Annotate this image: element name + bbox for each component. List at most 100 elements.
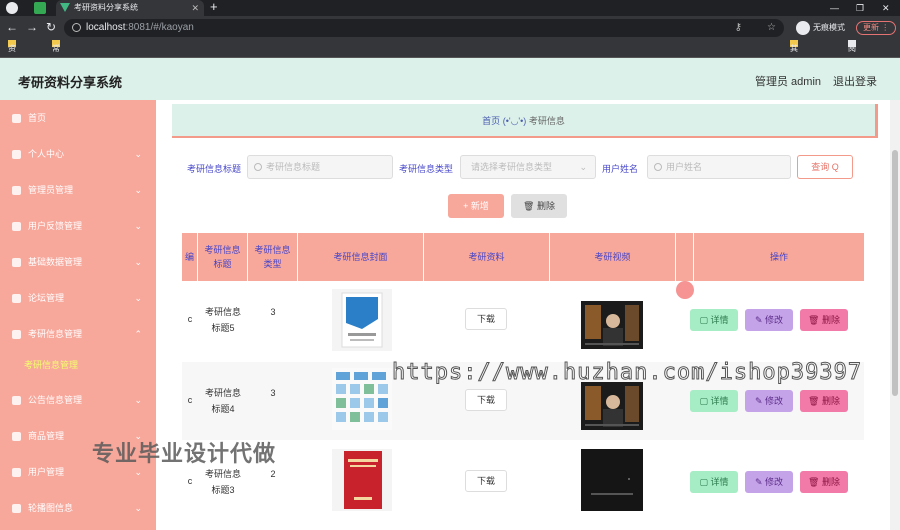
cell-title: 考研信息 标题3: [204, 469, 241, 495]
globe-icon[interactable]: [6, 2, 18, 14]
remove-label: 删除: [821, 396, 840, 406]
user-filter-label: 用户姓名: [602, 164, 639, 174]
title-placeholder: 考研信息标题: [266, 162, 321, 172]
close-tab-icon[interactable]: ✕: [191, 0, 199, 16]
chart-icon: [12, 468, 21, 477]
site-info-icon[interactable]: [72, 23, 81, 32]
sidebar-item[interactable]: 考研信息管理 ⌃: [0, 316, 156, 352]
key-icon[interactable]: ⚷: [735, 19, 742, 37]
cell-index: c: [187, 476, 193, 486]
type-filter-select[interactable]: 请选择考研信息类型 ⌄: [460, 155, 596, 179]
video-thumbnail[interactable]: [581, 382, 643, 430]
cell-title: 考研信息 标题4: [204, 388, 241, 414]
logout-link[interactable]: 退出登录: [833, 73, 877, 89]
detail-button[interactable]: ▢ 详情: [690, 309, 738, 331]
cell-type: 3: [248, 385, 298, 401]
sidebar-item[interactable]: 管理员管理 ⌄: [0, 172, 156, 208]
sidebar-item[interactable]: 论坛管理 ⌄: [0, 280, 156, 316]
chevron-icon: ⌄: [134, 221, 142, 231]
col-title[interactable]: 考研信息 标题: [198, 233, 248, 281]
sidebar-item[interactable]: 个人中心 ⌄: [0, 136, 156, 172]
sidebar-item[interactable]: 公告信息管理 ⌄: [0, 382, 156, 418]
remove-button[interactable]: 🗑 删除: [800, 471, 848, 493]
url-path: :8081/#/kaoyan: [125, 22, 194, 33]
col-type[interactable]: 考研信息 类型: [248, 233, 298, 281]
breadcrumb-home[interactable]: 首页: [482, 116, 500, 126]
bookmark-star-icon[interactable]: ☆: [767, 19, 776, 37]
forward-icon[interactable]: →: [26, 20, 38, 34]
detail-label: 详情: [710, 477, 729, 487]
col-cover[interactable]: 考研信息封面: [298, 233, 424, 281]
back-icon[interactable]: ←: [6, 20, 18, 34]
chevron-icon: ⌃: [134, 329, 142, 339]
edit-button[interactable]: ✎ 修改: [745, 390, 793, 412]
sidebar-item[interactable]: 基础数据管理 ⌄: [0, 244, 156, 280]
incognito-label: 无痕模式: [813, 23, 845, 32]
breadcrumb: 首页 (•'◡'•) 考研信息: [172, 104, 878, 138]
close-window-icon[interactable]: ✕: [882, 0, 890, 16]
detail-button[interactable]: ▢ 详情: [690, 471, 738, 493]
breadcrumb-current: 考研信息: [528, 116, 565, 126]
sidebar-item[interactable]: 用户反馈管理 ⌄: [0, 208, 156, 244]
chevron-icon: ⌄: [134, 149, 142, 159]
address-toolbar: ← → ↻ localhost:8081/#/kaoyan ⚷ ☆ 无痕模式 更…: [0, 16, 900, 40]
tab-active[interactable]: 考研资料分享系统 ✕: [56, 0, 204, 16]
new-tab-icon[interactable]: +: [210, 0, 218, 14]
query-button[interactable]: 查询 Q: [797, 155, 853, 179]
search-icon: [254, 163, 262, 171]
col-video[interactable]: 考研视频: [550, 233, 676, 281]
admin-label: 管理员 admin: [755, 76, 822, 88]
edit-button[interactable]: ✎ 修改: [745, 309, 793, 331]
remove-button[interactable]: 🗑 删除: [800, 390, 848, 412]
cover-image[interactable]: [332, 289, 392, 351]
download-button[interactable]: 下载: [465, 470, 507, 492]
search-icon: [654, 163, 662, 171]
minimize-icon[interactable]: —: [830, 0, 839, 16]
clock-icon: [12, 396, 21, 405]
bulk-delete-button[interactable]: 🗑 删除: [511, 194, 567, 218]
update-button[interactable]: 更新 ⋮: [856, 21, 896, 35]
video-thumbnail[interactable]: [581, 449, 643, 511]
video-thumbnail[interactable]: [581, 301, 643, 349]
sidebar-item-label: 个人中心: [28, 149, 65, 159]
detail-label: 详情: [710, 396, 729, 406]
sidebar-subitem-active[interactable]: 考研信息管理: [0, 350, 156, 380]
table-row: c 考研信息 标题3 2 下载 ▢ 详情 ✎ 修改 🗑 删除: [182, 443, 864, 521]
sidebar-item[interactable]: 轮播图信息 ⌄: [0, 490, 156, 526]
cover-image[interactable]: [332, 449, 392, 511]
incognito-indicator[interactable]: 无痕模式: [796, 20, 845, 36]
restore-icon[interactable]: ❐: [856, 0, 864, 16]
cell-index: c: [187, 395, 193, 405]
sidebar-item-label: 公告信息管理: [28, 395, 83, 405]
add-button[interactable]: + 新增: [448, 194, 504, 218]
url-bar[interactable]: localhost:8081/#/kaoyan ⚷ ☆: [64, 19, 784, 37]
type-value: 2: [270, 469, 276, 479]
app-header: 考研资料分享系统 管理员 admin 退出登录: [0, 58, 900, 100]
sidebar-item-label: 基础数据管理: [28, 257, 83, 267]
edit-button[interactable]: ✎ 修改: [745, 471, 793, 493]
cover-image[interactable]: [332, 368, 392, 430]
download-button[interactable]: 下载: [465, 389, 507, 411]
col-index[interactable]: 编: [182, 233, 198, 281]
title-filter-input[interactable]: 考研信息标题: [247, 155, 393, 179]
user-filter-input[interactable]: 用户姓名: [647, 155, 791, 179]
sheet-icon[interactable]: [34, 2, 46, 14]
app-title: 考研资料分享系统: [18, 75, 123, 90]
phone-icon: [12, 258, 21, 267]
breadcrumb-emoticon: (•'◡'•): [502, 116, 527, 126]
download-button[interactable]: 下载: [465, 308, 507, 330]
sidebar-item[interactable]: 首页: [0, 100, 156, 136]
remove-label: 删除: [821, 477, 840, 487]
reload-icon[interactable]: ↻: [46, 20, 56, 34]
promo-watermark: 专业毕业设计代做: [92, 441, 277, 466]
detail-button[interactable]: ▢ 详情: [690, 390, 738, 412]
chat-icon: [12, 330, 21, 339]
chevron-icon: ⌄: [134, 395, 142, 405]
scrollbar-thumb[interactable]: [892, 150, 898, 396]
table-header: 编 考研信息 标题 考研信息 类型 考研信息封面 考研资料 考研视频 操作: [182, 233, 864, 281]
chevron-down-icon: ⌄: [579, 162, 587, 172]
remove-button[interactable]: 🗑 删除: [800, 309, 848, 331]
sidebar-item-label: 管理员管理: [28, 185, 74, 195]
type-value: 3: [270, 307, 276, 317]
col-material[interactable]: 考研资料: [424, 233, 550, 281]
